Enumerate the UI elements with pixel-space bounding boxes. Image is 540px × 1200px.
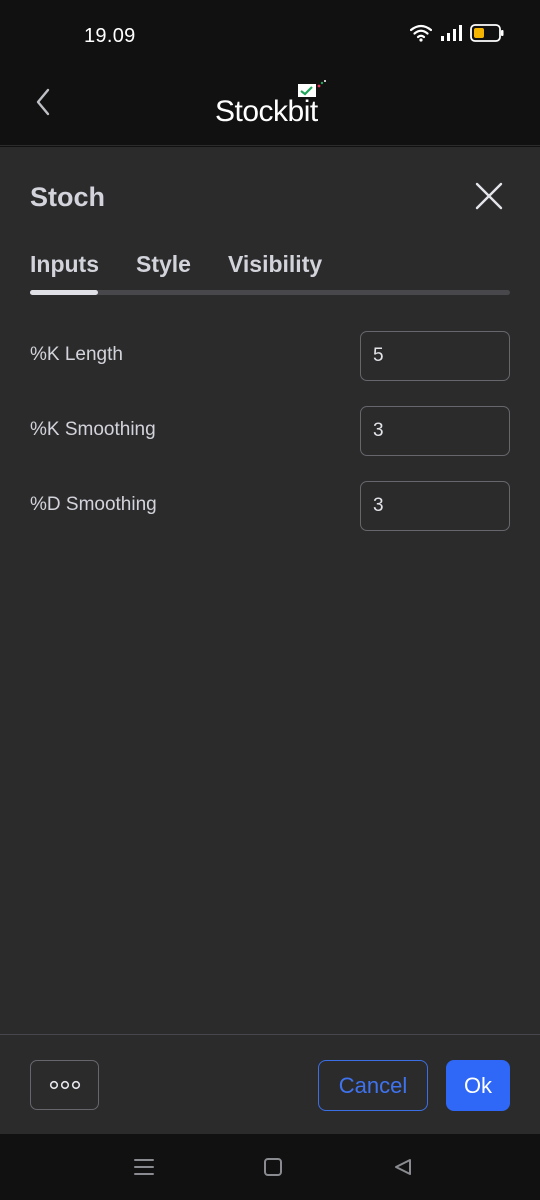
d-smoothing-label: %D Smoothing: [30, 494, 157, 515]
more-options-button[interactable]: [30, 1060, 99, 1110]
nav-menu-button[interactable]: [129, 1154, 159, 1180]
back-triangle-icon: [395, 1159, 411, 1175]
dialog-footer: Cancel Ok: [0, 1034, 540, 1134]
k-smoothing-label: %K Smoothing: [30, 419, 156, 440]
app-header: Stockbit: [0, 70, 540, 146]
wifi-icon: [409, 24, 433, 47]
tab-style[interactable]: Style: [136, 251, 191, 278]
d-smoothing-input[interactable]: [360, 481, 510, 531]
active-tab-indicator: [30, 290, 98, 295]
tab-inputs[interactable]: Inputs: [30, 251, 99, 278]
battery-icon: [470, 24, 504, 47]
k-length-label: %K Length: [30, 344, 123, 365]
signal-icon: [440, 25, 462, 46]
status-bar: 19.09: [0, 0, 540, 70]
indicator-settings-dialog: Stoch Inputs Style Visibility %K Length …: [0, 147, 540, 1134]
logo-text: Stockbit: [215, 95, 318, 128]
k-length-input[interactable]: [360, 331, 510, 381]
cancel-button[interactable]: Cancel: [318, 1060, 428, 1111]
k-smoothing-input[interactable]: [360, 406, 510, 456]
status-time: 19.09: [84, 25, 136, 47]
home-square-icon: [264, 1158, 282, 1176]
logo-mark-icon: [298, 80, 326, 97]
nav-back-button[interactable]: [388, 1154, 418, 1180]
field-row-d-smoothing: %D Smoothing: [30, 481, 510, 531]
status-icons: [409, 24, 504, 47]
tab-bar: Inputs Style Visibility: [30, 251, 322, 278]
menu-icon: [134, 1159, 154, 1175]
stockbit-logo: Stockbit: [215, 80, 335, 128]
tab-track: [30, 290, 510, 295]
close-button[interactable]: [472, 179, 506, 213]
ok-button[interactable]: Ok: [446, 1060, 510, 1111]
tab-visibility[interactable]: Visibility: [228, 251, 322, 278]
back-button[interactable]: [28, 84, 58, 120]
more-dots-icon: [49, 1080, 80, 1090]
nav-home-button[interactable]: [258, 1154, 288, 1180]
close-icon: [475, 182, 503, 210]
system-nav-bar: [0, 1134, 540, 1200]
field-row-k-length: %K Length: [30, 331, 510, 381]
chevron-left-icon: [36, 88, 50, 116]
field-row-k-smoothing: %K Smoothing: [30, 406, 510, 456]
dialog-title: Stoch: [30, 182, 106, 212]
